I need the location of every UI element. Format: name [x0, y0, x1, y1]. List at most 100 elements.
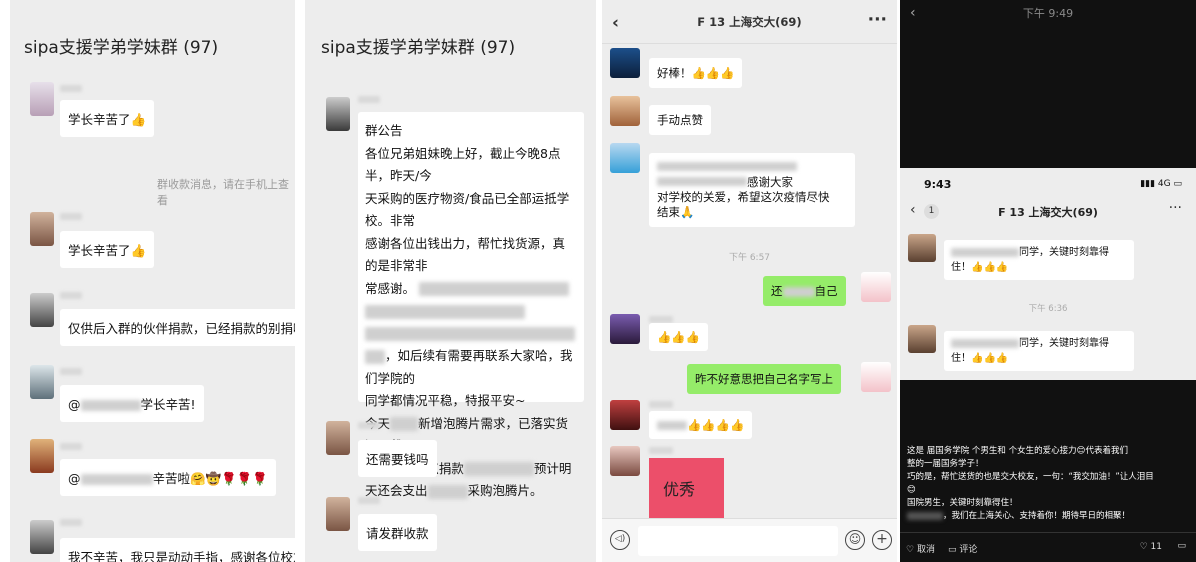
message-bubble: 学长辛苦了👍	[60, 231, 155, 268]
avatar	[908, 325, 936, 353]
comment-count-icon[interactable]: ▭	[1177, 541, 1186, 551]
avatar[interactable]	[30, 82, 54, 116]
heart-icon: ♡	[906, 545, 915, 555]
voice-icon[interactable]: ◁)	[610, 530, 630, 550]
message-bubble: 仅供后入群的伙伴捐款，已经捐款的别捐啦	[60, 309, 295, 346]
sender-name	[649, 447, 673, 454]
status-time: 9:43	[924, 178, 952, 191]
mention-prefix: @	[68, 471, 81, 486]
message-bubble: 手动点赞	[649, 105, 711, 135]
more-icon: ···	[1168, 200, 1182, 216]
chat-panel-3: ‹ F 13 上海交大(69) ··· 好棒！👍👍👍 手动点赞 感谢大家 对学校…	[602, 0, 897, 562]
moment-caption: 这是 届国务学院 个男生和 个女生的爱心接力😊代表着我们 整的一届国务学子！ 巧…	[907, 446, 1154, 521]
redacted-name	[80, 400, 141, 411]
comment-icon: ▭	[948, 545, 957, 555]
notice-line: 感谢各位出钱出力，帮忙找货源，真的是非常非	[365, 235, 566, 274]
group-notice: 群公告 各位兄弟姐妹晚上好，截止今晚8点半，昨天/今 天采购的医疗物资/食品已全…	[358, 112, 584, 499]
sender-name	[60, 519, 82, 526]
message-bubble-self: 还自己	[763, 276, 846, 306]
heart-icon: ♡	[1139, 542, 1148, 552]
message-bubble: 还需要钱吗	[358, 440, 437, 477]
avatar[interactable]	[30, 520, 54, 554]
more-icon[interactable]: ···	[868, 10, 887, 30]
avatar[interactable]	[326, 421, 350, 455]
avatar[interactable]	[610, 446, 640, 476]
chat-panel-1: sipa支援学弟学妹群 (97) 学长辛苦了👍 群收款消息，请在手机上查看 学长…	[10, 0, 295, 562]
mention-prefix: @	[68, 397, 81, 412]
notice-line: 天还会支出 采购泡腾片。	[365, 483, 543, 499]
avatar[interactable]	[30, 365, 54, 399]
avatar[interactable]	[326, 497, 350, 531]
back-icon[interactable]: ‹	[612, 13, 619, 33]
sender-name	[60, 213, 82, 220]
sticky-note-text: 优秀	[663, 480, 696, 499]
notice-title: 群公告	[365, 123, 403, 138]
sender-name	[358, 497, 380, 504]
message-bubble: 学长辛苦了👍	[60, 100, 155, 137]
avatar[interactable]	[326, 97, 350, 131]
notice-line: 各位兄弟姐妹晚上好，截止今晚8点半，昨天/今	[365, 145, 561, 184]
chat-title: F 13 上海交大(69)	[998, 206, 1098, 219]
sender-name	[649, 316, 673, 323]
notice-line: 常感谢。	[365, 278, 577, 301]
sender-name	[60, 85, 82, 92]
notice-line: 同学都情况平稳，特报平安~	[365, 393, 526, 408]
chat-panel-2: sipa支援学弟学妹群 (97) 群公告 各位兄弟姐妹晚上好，截止今晚8点半，昨…	[305, 0, 596, 562]
cancel-like-button[interactable]: ♡ 取消	[906, 542, 935, 555]
timestamp: 下午 6:57	[728, 253, 771, 263]
avatar	[908, 234, 936, 262]
comment-button[interactable]: ▭ 评论	[948, 542, 977, 555]
sender-name	[358, 96, 380, 103]
notice-line: 天采购的医疗物资/食品已全部运抵学校。非常	[365, 190, 570, 229]
avatar[interactable]	[610, 48, 640, 78]
notice-line: ，如后续有需要再联系大家哈，我们学院的	[365, 348, 573, 386]
sender-name	[60, 443, 82, 450]
plus-icon[interactable]: +	[872, 530, 892, 550]
avatar[interactable]	[30, 212, 54, 246]
message-bubble: 好棒！👍👍👍	[649, 58, 743, 88]
avatar[interactable]	[861, 362, 891, 392]
group-title: sipa支援学弟学妹群 (97)	[305, 0, 596, 78]
message-bubble-self: 昨不好意思把自己名字写上	[687, 364, 841, 394]
message-bubble: @ 学长辛苦!	[60, 385, 204, 422]
message-bubble: 同学，关键时刻靠得 住！👍👍👍	[944, 331, 1134, 371]
notice-line	[365, 300, 577, 323]
sender-name	[358, 422, 380, 429]
mention-suffix: 辛苦啦🤗🤠🌹🌹🌹	[152, 471, 268, 486]
notice-line	[365, 323, 577, 346]
sender-name	[60, 292, 82, 299]
avatar[interactable]	[30, 439, 54, 473]
avatar[interactable]	[30, 293, 54, 327]
screenshot-image[interactable]: 9:43 ▮▮▮ 4G ▭ ‹ 1 F 13 上海交大(69) ··· 同学，关…	[900, 168, 1196, 380]
chat-title: F 13 上海交大(69)	[697, 14, 802, 29]
emoji-icon[interactable]: ☺	[845, 530, 865, 550]
mention-suffix: 学长辛苦!	[140, 397, 196, 412]
photo-viewer-panel: ‹ 下午 9:49 9:43 ▮▮▮ 4G ▭ ‹ 1 F 13 上海交大(69…	[900, 0, 1196, 562]
like-count[interactable]: ♡ 11	[1140, 542, 1162, 552]
signal-indicator: ▮▮▮ 4G ▭	[1140, 179, 1182, 189]
chat-header: ‹ F 13 上海交大(69) ···	[602, 0, 897, 44]
system-note: 群收款消息，请在手机上查看	[157, 178, 289, 207]
message-bubble: 请发群收款	[358, 514, 437, 551]
group-title: sipa支援学弟学妹群 (97)	[10, 0, 295, 78]
timestamp: 下午 6:36	[1028, 304, 1068, 314]
message-bubble: 我不辛苦，我只是动动手指，感谢各位校友出钱	[60, 538, 295, 562]
footer-bar: ♡ 取消 ▭ 评论 ♡ 11 ▭	[900, 532, 1196, 562]
sender-name	[60, 368, 82, 375]
message-bubble: @ 辛苦啦🤗🤠🌹🌹🌹	[60, 459, 276, 496]
avatar[interactable]	[861, 272, 891, 302]
sender-name	[649, 401, 673, 408]
message-input[interactable]	[638, 526, 838, 556]
avatar[interactable]	[610, 143, 640, 173]
avatar[interactable]	[610, 400, 640, 430]
message-bubble: 👍👍👍	[649, 323, 708, 351]
avatar[interactable]	[610, 96, 640, 126]
sticky-note-image[interactable]: 优秀	[649, 458, 724, 518]
input-bar: ◁) ☺ +	[602, 518, 897, 562]
redacted-name	[80, 474, 153, 485]
message-bubble: 同学，关键时刻靠得 住！👍👍👍	[944, 240, 1134, 280]
message-bubble: 👍👍👍👍	[649, 411, 753, 439]
message-bubble: 感谢大家 对学校的关爱，希望这次疫情尽快 结束🙏	[649, 153, 855, 227]
top-time: 下午 9:49	[1022, 7, 1074, 20]
avatar[interactable]	[610, 314, 640, 344]
